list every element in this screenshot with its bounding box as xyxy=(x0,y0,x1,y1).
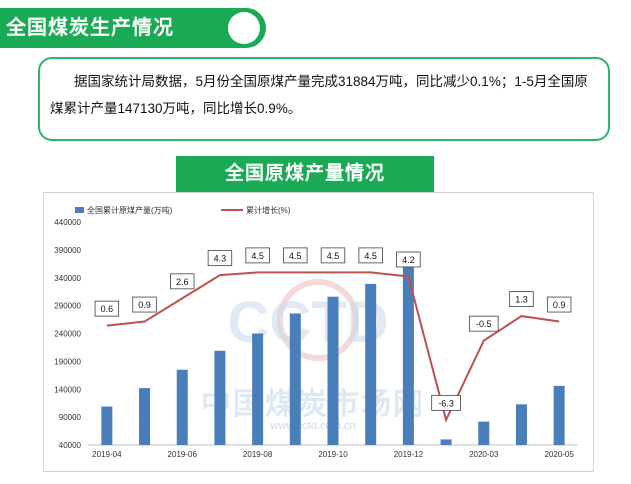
x-axis-tick-label: 2019-04 xyxy=(92,450,122,459)
growth-data-label: 4.5 xyxy=(327,251,340,261)
chart-title-banner: 全国原煤产量情况 xyxy=(176,156,434,192)
x-axis-tick-label: 2019-12 xyxy=(394,450,424,459)
production-bar xyxy=(553,385,565,445)
y-axis-tick-label: 290000 xyxy=(54,302,81,311)
y-axis-tick-label: 390000 xyxy=(54,246,81,255)
x-axis-tick-label: 2019-06 xyxy=(168,450,198,459)
summary-text: 据国家统计局数据，5月份全国原煤产量完成31884万吨，同比减少0.1%；1-5… xyxy=(50,74,588,116)
y-axis-tick-label: 240000 xyxy=(54,330,81,339)
y-axis-tick-label: 190000 xyxy=(54,357,81,366)
watermark-url: www.cctd.com.cn xyxy=(270,420,356,432)
x-axis-tick-label: 2020-03 xyxy=(469,450,499,459)
growth-data-label: 0.9 xyxy=(138,300,151,310)
production-bar xyxy=(176,369,188,445)
production-bar xyxy=(101,406,113,445)
x-axis-tick-label: 2020-05 xyxy=(544,450,574,459)
y-axis-tick-label: 90000 xyxy=(59,413,82,422)
production-bar xyxy=(252,333,264,445)
y-axis-tick-label: 440000 xyxy=(54,218,81,227)
watermark-logo: CCTD xyxy=(227,290,388,355)
legend-line-label: 累计增长(%) xyxy=(246,205,291,215)
y-axis-tick-label: 40000 xyxy=(59,441,82,450)
legend-bar-label: 全国累计原煤产量(万吨) xyxy=(87,205,173,215)
growth-data-label: 0.6 xyxy=(101,304,114,314)
production-bar xyxy=(327,296,339,445)
growth-data-label: 0.9 xyxy=(553,300,566,310)
growth-data-label: 4.5 xyxy=(289,251,302,261)
growth-data-label: 4.5 xyxy=(251,251,264,261)
production-bar xyxy=(515,404,527,445)
growth-data-label: 2.6 xyxy=(176,277,189,287)
growth-data-label: 4.3 xyxy=(214,254,227,264)
watermark-name: 中国煤炭市场网 xyxy=(201,387,425,421)
legend-bar-swatch xyxy=(75,207,84,213)
cctd-watermark: CCTD 中国煤炭市场网www.cctd.com.cn xyxy=(201,279,425,432)
summary-box: 据国家统计局数据，5月份全国原煤产量完成31884万吨，同比减少0.1%；1-5… xyxy=(38,57,610,141)
y-axis-tick-label: 140000 xyxy=(54,385,81,394)
header-circle-icon xyxy=(228,12,260,44)
x-axis-tick-label: 2019-08 xyxy=(243,450,273,459)
growth-data-label: 4.2 xyxy=(402,255,415,265)
production-bar xyxy=(478,421,490,445)
production-bar xyxy=(440,439,452,445)
growth-data-label: 1.3 xyxy=(515,295,528,305)
production-chart: CCTD 中国煤炭市场网www.cctd.com.cn 40000 90000 140… xyxy=(54,205,578,459)
production-bar xyxy=(139,388,151,445)
growth-data-label: 4.5 xyxy=(364,251,377,261)
production-bar xyxy=(289,313,301,445)
production-bar xyxy=(365,283,377,445)
growth-data-label: -6.3 xyxy=(438,398,454,408)
growth-data-label: -0.5 xyxy=(476,319,492,329)
section-title: 全国煤炭生产情况 xyxy=(6,17,174,39)
production-bar xyxy=(214,350,226,445)
y-axis-tick-label: 340000 xyxy=(54,274,81,283)
x-axis-tick-label: 2019-10 xyxy=(318,450,348,459)
section-header: 全国煤炭生产情况 xyxy=(0,8,266,48)
